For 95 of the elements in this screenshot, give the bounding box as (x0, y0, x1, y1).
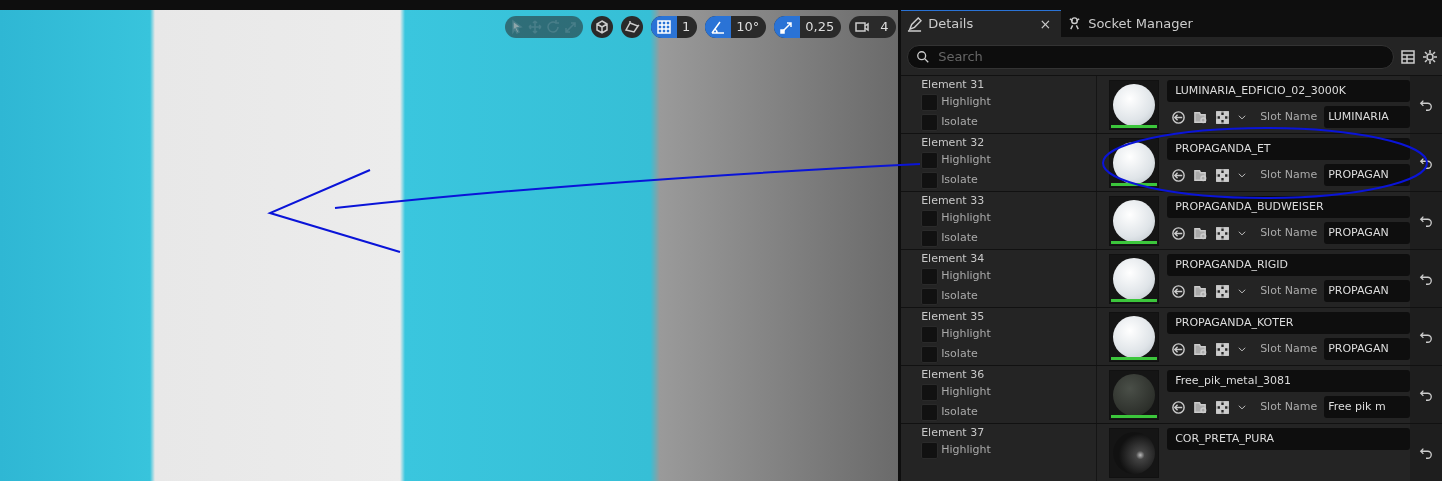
material-field[interactable]: COR_PRETA_PURA (1167, 428, 1410, 451)
slot-label: Slot Name (1260, 340, 1318, 357)
element-label: Element 34 (921, 252, 986, 267)
slot-name-field[interactable]: PROPAGAN (1324, 338, 1410, 361)
element-label: Element 36 (921, 368, 986, 383)
element-label: Element 31 (921, 78, 986, 93)
checker-icon[interactable] (1215, 167, 1231, 183)
checkbox[interactable] (921, 113, 939, 131)
slot-name-field[interactable]: LUMINARIA (1324, 106, 1410, 129)
arrow-left-circle-icon[interactable] (1171, 399, 1187, 415)
isolate-label: Isolate (941, 171, 978, 188)
highlight-label: Highlight (941, 151, 991, 168)
folder-search-icon[interactable] (1193, 399, 1209, 415)
checkbox[interactable] (921, 209, 939, 227)
checkbox[interactable] (921, 267, 939, 285)
panel-tab[interactable]: Socket Manager (1061, 10, 1203, 38)
arrow-left-circle-icon[interactable] (1171, 341, 1187, 357)
folder-search-icon[interactable] (1193, 225, 1209, 241)
slot-label: Slot Name (1260, 398, 1318, 415)
pencil-icon (907, 16, 923, 32)
material-thumbnail (1109, 138, 1160, 189)
highlight-label: Highlight (941, 383, 991, 400)
checker-icon[interactable] (1215, 225, 1231, 241)
isolate-label: Isolate (941, 229, 978, 246)
material-field[interactable]: PROPAGANDA_ET (1167, 138, 1410, 161)
checkbox[interactable] (921, 287, 939, 305)
material-field[interactable]: Free_pik_metal_3081 (1167, 370, 1410, 393)
globe-cube-icon (594, 19, 610, 35)
material-thumbnail (1109, 312, 1160, 363)
slot-label: Slot Name (1260, 282, 1318, 299)
search-icon (916, 50, 931, 65)
element-label: Element 37 (921, 426, 986, 441)
folder-search-icon[interactable] (1193, 283, 1209, 299)
highlight-label: Highlight (941, 441, 991, 458)
globe-cube-button[interactable] (591, 16, 613, 38)
arrow-left-circle-icon[interactable] (1171, 283, 1187, 299)
element-label: Element 32 (921, 136, 986, 151)
arrow-left-circle-icon[interactable] (1171, 109, 1187, 125)
scale-snap-button[interactable]: 0,25 (774, 16, 842, 38)
checkbox[interactable] (921, 441, 939, 459)
arrow-left-circle-icon[interactable] (1171, 167, 1187, 183)
checker-icon[interactable] (1215, 399, 1231, 415)
slot-name-field[interactable]: PROPAGAN (1324, 222, 1410, 245)
highlight-label: Highlight (941, 267, 991, 284)
material-field[interactable]: PROPAGANDA_KOTER (1167, 312, 1410, 335)
highlight-label: Highlight (941, 209, 991, 226)
slot-label: Slot Name (1260, 166, 1318, 183)
slot-name-field[interactable]: Free pik m (1324, 396, 1410, 419)
material-thumbnail (1109, 196, 1160, 247)
checker-icon[interactable] (1215, 109, 1231, 125)
folder-search-icon[interactable] (1193, 341, 1209, 357)
folder-search-icon[interactable] (1193, 109, 1209, 125)
material-thumbnail (1109, 80, 1160, 131)
surface-snap-icon (624, 19, 640, 35)
slot-label: Slot Name (1260, 224, 1318, 241)
search-field[interactable]: Search (907, 45, 1394, 70)
isolate-label: Isolate (941, 403, 978, 420)
close-icon[interactable]: × (1039, 13, 1052, 35)
material-thumbnail (1109, 254, 1160, 305)
isolate-label: Isolate (941, 287, 978, 304)
slot-name-field[interactable]: PROPAGAN (1324, 164, 1410, 187)
grid-icon (656, 19, 672, 35)
folder-search-icon[interactable] (1193, 167, 1209, 183)
checkbox[interactable] (921, 151, 939, 169)
checkbox[interactable] (921, 383, 939, 401)
checkbox[interactable] (921, 171, 939, 189)
slot-label: Slot Name (1260, 108, 1318, 125)
checkbox[interactable] (921, 403, 939, 421)
isolate-label: Isolate (941, 113, 978, 130)
checker-icon[interactable] (1215, 341, 1231, 357)
grid-snap-button[interactable]: 1 (651, 16, 698, 38)
isolate-label: Isolate (941, 345, 978, 362)
highlight-label: Highlight (941, 325, 991, 342)
slot-name-field[interactable]: PROPAGAN (1324, 280, 1410, 303)
element-label: Element 35 (921, 310, 986, 325)
checkbox[interactable] (921, 229, 939, 247)
table-icon[interactable] (1400, 49, 1416, 66)
checkbox[interactable] (921, 93, 939, 111)
angle-icon (710, 19, 727, 35)
surface-snap-button[interactable] (621, 16, 643, 38)
settings-icon[interactable] (1422, 49, 1438, 66)
material-field[interactable]: PROPAGANDA_RIGID (1167, 254, 1410, 277)
element-label: Element 33 (921, 194, 986, 209)
angle-snap-button[interactable]: 10° (705, 16, 767, 38)
highlight-label: Highlight (941, 93, 991, 110)
material-field[interactable]: PROPAGANDA_BUDWEISER (1167, 196, 1410, 219)
checker-icon[interactable] (1215, 283, 1231, 299)
material-thumbnail (1109, 370, 1160, 421)
checkbox[interactable] (921, 345, 939, 363)
arrow-left-circle-icon[interactable] (1171, 225, 1187, 241)
panel-tab[interactable]: Details × (901, 10, 1062, 38)
material-field[interactable]: LUMINARIA_EDFICIO_02_3000K (1167, 80, 1410, 103)
camera-snap-button[interactable]: 4 (849, 16, 896, 38)
camera-icon (854, 19, 871, 35)
checkbox[interactable] (921, 325, 939, 343)
